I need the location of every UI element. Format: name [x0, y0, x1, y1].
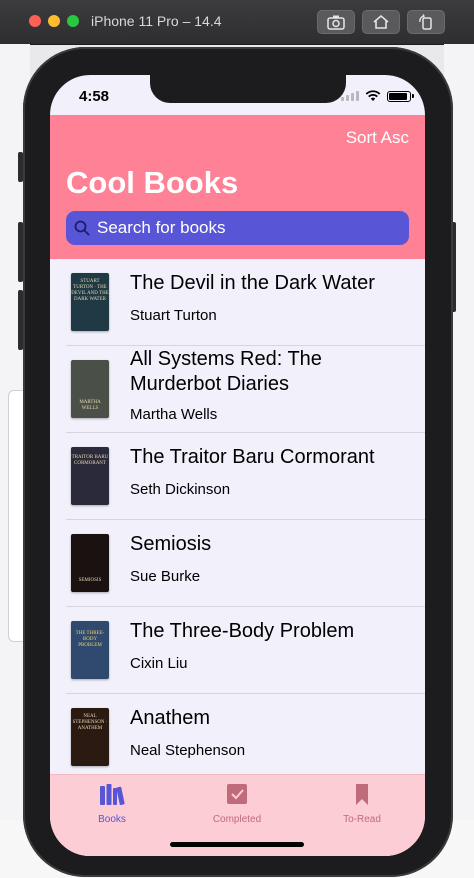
list-item[interactable]: STUART TURTON · THE DEVIL AND THE DARK W… [66, 259, 425, 346]
book-author: Cixin Liu [130, 655, 188, 672]
book-cover-text: THE THREE-BODY PROBLEM [75, 631, 105, 648]
book-cover: NEAL STEPHENSON · ANATHEM [71, 708, 109, 766]
phone-screen: 4:58 Sort Asc Cool Books STUART TURTON ·… [50, 75, 425, 856]
screenshot-button[interactable] [317, 10, 355, 34]
book-author: Seth Dickinson [130, 481, 231, 498]
list-item[interactable]: TRAITOR BARU CORMORANT The Traitor Baru … [66, 433, 425, 520]
camera-icon [327, 15, 345, 30]
search-bar[interactable] [66, 211, 409, 245]
book-author: Neal Stephenson [130, 742, 246, 759]
tab-label: To-Read [343, 814, 381, 825]
cellular-signal-icon [341, 91, 359, 101]
book-cover-text: STUART TURTON · THE DEVIL AND THE DARK W… [71, 279, 109, 302]
navigation-header: Sort Asc Cool Books [50, 115, 425, 259]
wifi-icon [365, 90, 381, 101]
list-item[interactable]: THE THREE-BODY PROBLEM The Three-Body Pr… [66, 607, 425, 694]
notch [150, 75, 346, 103]
book-title: The Three-Body Problem [130, 620, 355, 642]
book-cover-text: SEMIOSIS [78, 578, 102, 583]
simulator-titlebar: iPhone 11 Pro – 14.4 [0, 0, 474, 45]
home-button[interactable] [362, 10, 400, 34]
book-title: The Devil in the Dark Water [130, 272, 375, 294]
search-icon [74, 220, 90, 236]
book-cover: TRAITOR BARU CORMORANT [71, 447, 109, 505]
book-title: The Traitor Baru Cormorant [130, 446, 375, 468]
simulator-title: iPhone 11 Pro – 14.4 [91, 13, 222, 29]
tab-completed[interactable]: Completed [192, 783, 282, 825]
tab-label: Books [98, 814, 126, 825]
tab-to-read[interactable]: To-Read [317, 783, 407, 825]
list-item[interactable]: NEAL STEPHENSON · ANATHEM Anathem Neal S… [66, 694, 425, 780]
list-item[interactable]: SEMIOSIS Semiosis Sue Burke [66, 520, 425, 607]
book-title: Semiosis [130, 533, 212, 555]
status-time: 4:58 [79, 88, 110, 105]
book-cover-text: NEAL STEPHENSON · ANATHEM [72, 714, 108, 731]
book-cover: STUART TURTON · THE DEVIL AND THE DARK W… [71, 273, 109, 331]
rotate-icon [419, 14, 432, 30]
tab-label: Completed [212, 814, 262, 825]
tab-books[interactable]: Books [67, 783, 157, 825]
page-title: Cool Books [66, 165, 239, 200]
book-title: All Systems Red: The Murderbot Diaries [130, 348, 322, 395]
book-author: Sue Burke [130, 568, 201, 585]
list-item[interactable]: MARTHA WELLS All Systems Red: The Murder… [66, 346, 425, 433]
book-cover: MARTHA WELLS [71, 360, 109, 418]
book-cover-text: TRAITOR BARU CORMORANT [71, 455, 109, 466]
bookmark-icon [356, 784, 368, 805]
book-cover-text: MARTHA WELLS [79, 400, 101, 411]
close-window-button[interactable] [29, 15, 41, 27]
status-icons [341, 90, 414, 102]
zoom-window-button[interactable] [67, 15, 79, 27]
search-input[interactable] [95, 217, 409, 239]
battery-icon [387, 90, 414, 102]
book-title: Anathem [130, 707, 211, 729]
home-icon [373, 14, 389, 29]
book-cover: THE THREE-BODY PROBLEM [71, 621, 109, 679]
sort-button[interactable]: Sort Asc [346, 128, 409, 148]
books-icon [100, 784, 125, 806]
minimize-window-button[interactable] [48, 15, 60, 27]
home-indicator [170, 842, 304, 847]
book-author: Stuart Turton [130, 307, 217, 324]
book-author: Martha Wells [130, 406, 218, 423]
books-list: STUART TURTON · THE DEVIL AND THE DARK W… [50, 259, 425, 780]
checkmark-square-icon [227, 784, 247, 804]
book-cover: SEMIOSIS [71, 534, 109, 592]
rotate-button[interactable] [407, 10, 445, 34]
